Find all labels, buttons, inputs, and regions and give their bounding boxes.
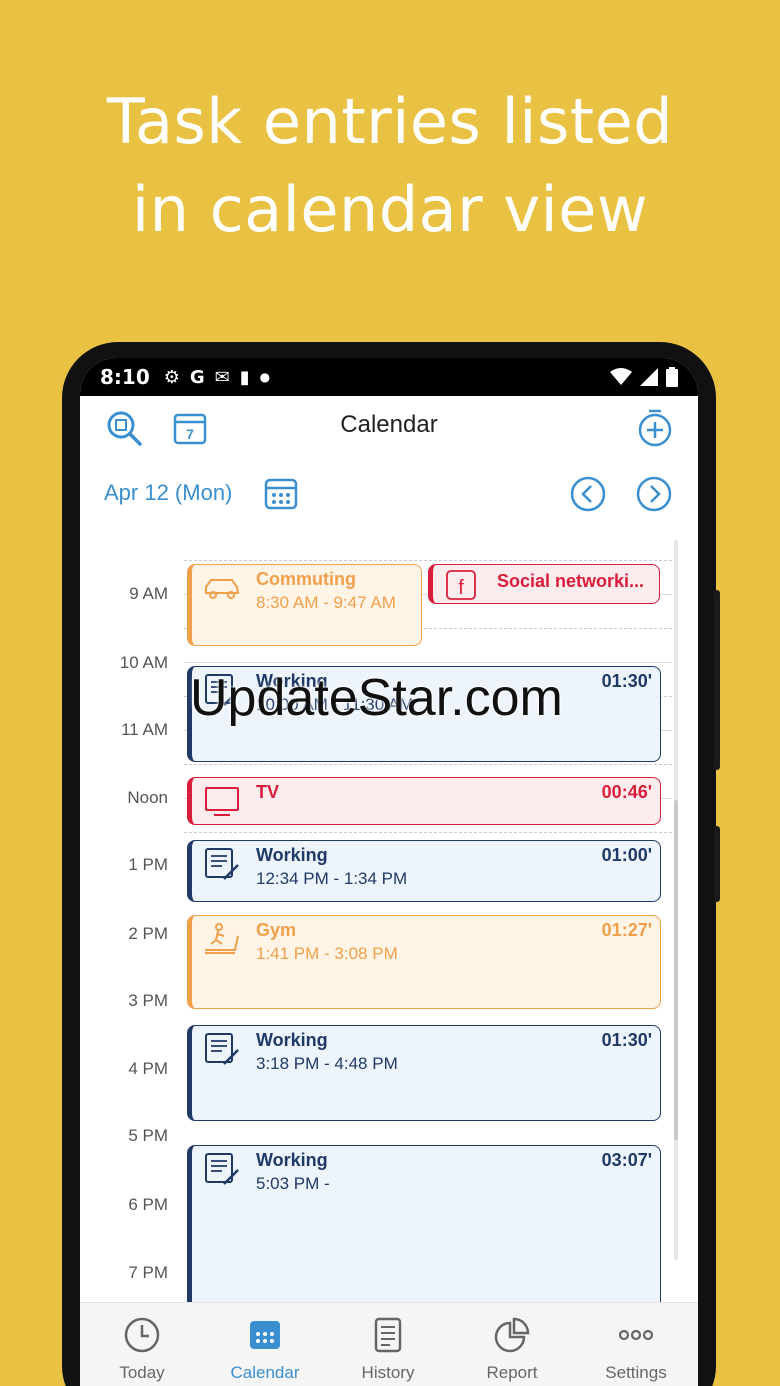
more-dots-icon — [618, 1329, 654, 1341]
bottom-navigation: Today Calendar History Report Settings — [80, 1302, 698, 1386]
event-title: Social networki... — [497, 571, 645, 591]
treadmill-icon — [205, 923, 239, 954]
event-duration: 01:27' — [601, 920, 652, 940]
day-timeline[interactable]: 9 AM 10 AM 11 AM Noon 1 PM 2 PM 3 PM 4 P… — [80, 548, 698, 1325]
hour-label: 2 PM — [128, 924, 168, 943]
prev-day-icon[interactable] — [568, 474, 608, 514]
nav-label: Today — [119, 1363, 165, 1382]
google-icon: G — [189, 366, 205, 388]
event-time: 1:41 PM - 3:08 PM — [256, 944, 398, 963]
calendar-picker-icon[interactable] — [262, 474, 302, 514]
signal-icon — [640, 368, 658, 386]
page-title: Calendar — [340, 411, 438, 438]
svg-text:f: f — [458, 577, 464, 599]
nav-label: Report — [486, 1363, 538, 1382]
calendar-icon — [250, 1321, 280, 1349]
event-time: 5:03 PM - — [256, 1174, 330, 1193]
app-bar: 7 Calendar — [80, 396, 698, 462]
nav-report[interactable]: Report — [452, 1315, 572, 1383]
hour-label: 9 AM — [129, 584, 168, 603]
hour-label: 6 PM — [128, 1195, 168, 1214]
scrollbar[interactable] — [674, 540, 678, 1260]
nav-label: Settings — [605, 1363, 667, 1382]
event-card[interactable]: Working 5:03 PM - 03:07' — [187, 1145, 661, 1325]
hour-label: 7 PM — [128, 1263, 168, 1282]
grid-line — [184, 662, 672, 663]
event-duration: 03:07' — [601, 1150, 652, 1170]
battery-icon — [666, 367, 678, 387]
event-title: Working — [256, 1030, 328, 1050]
event-duration: 01:00' — [601, 845, 652, 865]
hour-label: 10 AM — [119, 653, 168, 672]
event-time: 8:30 AM - 9:47 AM — [256, 593, 396, 612]
event-duration: 00:46' — [601, 782, 652, 802]
clock-icon — [124, 1317, 160, 1353]
nav-label: History — [361, 1363, 415, 1382]
event-card[interactable]: Gym 1:41 PM - 3:08 PM 01:27' — [187, 915, 661, 1009]
hour-label: 1 PM — [128, 855, 168, 874]
grid-line — [184, 764, 672, 765]
hour-label: 4 PM — [128, 1059, 168, 1078]
settings-icon: ⚙ — [163, 366, 180, 388]
nav-settings[interactable]: Settings — [576, 1315, 696, 1383]
event-time: 12:34 PM - 1:34 PM — [256, 869, 408, 888]
add-timer-icon[interactable] — [636, 408, 676, 448]
event-title: Working — [256, 845, 328, 865]
hour-label: Noon — [127, 788, 168, 807]
document-edit-icon — [205, 1153, 239, 1185]
hour-label: 11 AM — [121, 720, 168, 739]
event-title: Commuting — [256, 569, 356, 589]
headline-line-1: Task entries listed — [106, 85, 674, 158]
dot-icon: ● — [259, 370, 271, 384]
status-time: 8:10 — [100, 365, 150, 389]
status-bar: 8:10 ⚙ G ✉ ▮ ● — [80, 358, 698, 396]
selected-date[interactable]: Apr 12 (Mon) — [104, 480, 232, 506]
nav-today[interactable]: Today — [82, 1315, 202, 1383]
event-card[interactable]: Commuting 8:30 AM - 9:47 AM — [187, 564, 422, 646]
date-bar: Apr 12 (Mon) — [80, 470, 698, 520]
wifi-icon — [610, 368, 632, 385]
grid-line — [184, 832, 672, 833]
event-title: Gym — [256, 920, 297, 940]
headline-line-2: in calendar view — [131, 173, 649, 246]
grid-line — [184, 560, 672, 561]
nav-calendar[interactable]: Calendar — [205, 1315, 325, 1383]
event-card[interactable]: Working 12:34 PM - 1:34 PM 01:00' — [187, 840, 661, 902]
nav-label: Calendar — [230, 1363, 300, 1382]
facebook-icon: f — [446, 570, 476, 600]
phone-screen: 8:10 ⚙ G ✉ ▮ ● 7 Calendar Apr 12 (Mon) 9… — [80, 358, 698, 1386]
tv-icon — [205, 787, 239, 816]
watermark: UpdateStar.com — [190, 669, 563, 727]
event-title: TV — [256, 782, 280, 802]
event-time: 3:18 PM - 4:48 PM — [256, 1054, 398, 1073]
document-edit-icon — [205, 848, 239, 880]
pie-chart-icon — [494, 1317, 530, 1353]
history-list-icon — [374, 1317, 402, 1353]
event-card[interactable]: TV 00:46' — [187, 777, 661, 825]
event-duration: 01:30' — [601, 671, 652, 691]
headline: Task entries listed in calendar view — [0, 78, 780, 254]
hour-label: 5 PM — [128, 1126, 168, 1145]
scrollbar-thumb[interactable] — [674, 800, 678, 1140]
nav-history[interactable]: History — [328, 1315, 448, 1383]
car-icon — [205, 579, 240, 599]
gmail-icon: ✉ — [214, 366, 230, 388]
next-day-icon[interactable] — [634, 474, 674, 514]
document-edit-icon — [205, 1033, 239, 1065]
hour-label: 3 PM — [128, 991, 168, 1010]
event-duration: 01:30' — [601, 1030, 652, 1050]
sd-card-icon: ▮ — [239, 366, 250, 388]
event-card[interactable]: Working 3:18 PM - 4:48 PM 01:30' — [187, 1025, 661, 1121]
volume-button — [714, 590, 720, 770]
power-button — [714, 826, 720, 902]
event-card[interactable]: f Social networki... — [428, 564, 660, 604]
event-title: Working — [256, 1150, 328, 1170]
